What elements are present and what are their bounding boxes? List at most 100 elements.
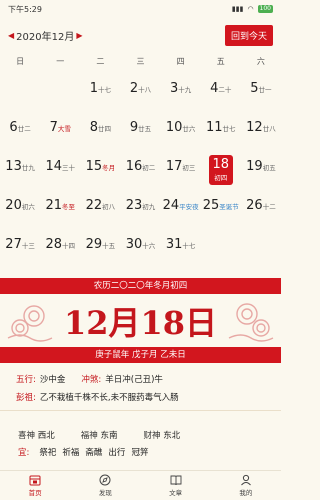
direction-label: 喜神 <box>18 431 36 441</box>
calendar-day-cell[interactable]: 2十八 <box>120 73 160 112</box>
day-number: 25 <box>202 198 220 213</box>
lunar-day-label: 冬月 <box>102 164 116 172</box>
bottom-tab-bar: 首页 发现 文章 我的 <box>0 470 281 500</box>
calendar-day-cell[interactable]: 24平安夜 <box>161 190 201 229</box>
calendar-day-cell[interactable]: 16初二 <box>120 151 160 190</box>
calendar-day-cell[interactable]: 23初九 <box>120 190 160 229</box>
day-number: 8 <box>89 120 98 135</box>
day-content: 23初九 <box>126 194 156 214</box>
lunar-day-label: 初九 <box>142 203 156 211</box>
day-content: 27十三 <box>5 233 35 253</box>
back-to-today-button[interactable]: 回到今天 <box>224 24 273 46</box>
day-content: 12廿八 <box>246 116 276 136</box>
pengzu-value: 乙不栽植千株不长,未不服药毒气入肠 <box>39 393 179 403</box>
day-number: 27 <box>5 237 22 252</box>
pengzu-row: 彭祖: 乙不栽植千株不长,未不服药毒气入肠 <box>16 388 276 406</box>
deity-directions: 喜神 西北 福神 东南 财神 东北 <box>18 429 180 441</box>
day-number: 14 <box>45 159 62 174</box>
calendar-day-cell[interactable]: 5廿一 <box>241 73 281 112</box>
lunar-day-label: 十七 <box>182 242 196 250</box>
lunar-day-label: 二十 <box>218 86 232 94</box>
calendar-day-cell[interactable]: 3十九 <box>161 73 201 112</box>
calendar-day-cell[interactable]: 13廿九 <box>0 151 40 190</box>
calendar-day-cell[interactable]: 1十七 <box>80 73 120 112</box>
calendar-day-cell[interactable]: 15冬月 <box>80 151 120 190</box>
direction-label: 福神 <box>80 431 98 441</box>
calendar-empty-cell <box>40 73 80 112</box>
day-number: 5 <box>250 81 259 96</box>
day-content: 13廿九 <box>5 155 35 175</box>
calendar-day-cell[interactable]: 29十五 <box>80 229 120 268</box>
tab-articles[interactable]: 文章 <box>141 471 211 500</box>
day-number: 28 <box>45 237 62 252</box>
lunar-day-label: 廿二 <box>17 125 31 133</box>
tab-home[interactable]: 首页 <box>0 471 70 500</box>
day-content: 31十七 <box>166 233 196 253</box>
day-content: 20初六 <box>5 194 35 214</box>
calendar-day-cell[interactable]: 4二十 <box>201 73 241 112</box>
ganzhi-bar: 庚子鼠年 戊子月 乙未日 <box>0 347 281 363</box>
day-number: 29 <box>85 237 103 252</box>
lunar-day-label: 十八 <box>138 86 152 94</box>
lunar-day-label: 廿一 <box>258 86 272 94</box>
calendar-day-cell[interactable]: 9廿五 <box>120 112 160 151</box>
chongsha-label: 冲煞: <box>81 375 102 385</box>
calendar-day-cell[interactable]: 20初六 <box>0 190 40 229</box>
direction-label: 财神 <box>143 431 161 441</box>
calendar-day-cell[interactable]: 7大雪 <box>40 112 80 151</box>
calendar-empty-cell <box>201 229 241 268</box>
status-time: 下午5:29 <box>8 4 42 14</box>
lunar-day-label: 大雪 <box>57 125 71 133</box>
divider <box>0 410 281 411</box>
calendar-day-cell[interactable]: 27十三 <box>0 229 40 268</box>
calendar-day-cell[interactable]: 11廿七 <box>201 112 241 151</box>
battery-icon: 100 <box>257 5 273 13</box>
calendar-day-cell[interactable]: 25圣诞节 <box>201 190 241 229</box>
calendar-day-cell[interactable]: 17初三 <box>161 151 201 190</box>
calendar-day-cell[interactable]: 18 初四 <box>201 151 241 190</box>
direction-item: 福神 东南 <box>81 429 118 441</box>
lunar-day-label: 十五 <box>102 242 116 250</box>
prev-month-icon[interactable]: ◀ <box>8 31 14 40</box>
day-number: 23 <box>125 198 143 213</box>
next-month-icon[interactable]: ▶ <box>76 31 82 40</box>
month-title[interactable]: 2020年12月 <box>16 28 74 43</box>
day-number: 2 <box>129 81 139 96</box>
calendar-grid: 1十七 2十八 3十九 4二十 5廿一 6廿二 7大雪 8廿四 9廿五 10廿六 11廿七 12廿八 1… <box>0 73 281 268</box>
tab-discover[interactable]: 发现 <box>70 471 140 500</box>
day-number: 22 <box>85 198 103 213</box>
calendar-day-cell[interactable]: 19初五 <box>241 151 281 190</box>
wuxing-label: 五行: <box>16 375 36 385</box>
calendar-day-cell[interactable]: 30十六 <box>120 229 160 268</box>
calendar-day-cell[interactable]: 28十四 <box>40 229 80 268</box>
yi-label: 宜: <box>18 448 30 458</box>
weekday-label: 六 <box>256 57 265 66</box>
calendar-day-cell[interactable]: 6廿二 <box>0 112 40 151</box>
day-content: 18 初四 <box>208 155 234 185</box>
calendar-day-cell[interactable]: 26十二 <box>241 190 281 229</box>
calendar-day-cell[interactable]: 22初八 <box>80 190 120 229</box>
calendar-day-cell[interactable]: 31十七 <box>161 229 201 268</box>
day-content: 9廿五 <box>130 116 151 136</box>
calendar-day-cell[interactable]: 21冬至 <box>40 190 80 229</box>
day-content: 3十九 <box>170 77 191 97</box>
day-number: 1 <box>89 81 98 96</box>
pengzu-label: 彭祖: <box>16 393 36 403</box>
wuxing-value: 沙中金 <box>39 375 66 385</box>
calendar-day-cell[interactable]: 10廿六 <box>161 112 201 151</box>
day-content: 21冬至 <box>45 194 75 214</box>
day-content: 24平安夜 <box>163 194 199 214</box>
day-content: 28十四 <box>45 233 75 253</box>
user-icon <box>241 474 251 486</box>
calendar-day-cell[interactable]: 8廿四 <box>80 112 120 151</box>
wifi-icon: ◠ <box>247 5 254 13</box>
tab-mine[interactable]: 我的 <box>211 471 281 500</box>
day-number: 24 <box>162 198 180 213</box>
day-number: 15 <box>85 159 103 174</box>
day-content: 14三十 <box>45 155 75 175</box>
day-content: 19初五 <box>246 155 276 175</box>
calendar-day-cell[interactable]: 14三十 <box>40 151 80 190</box>
lunar-day-label: 三十 <box>61 164 75 172</box>
direction-value: 西北 <box>37 431 55 441</box>
calendar-day-cell[interactable]: 12廿八 <box>241 112 281 151</box>
